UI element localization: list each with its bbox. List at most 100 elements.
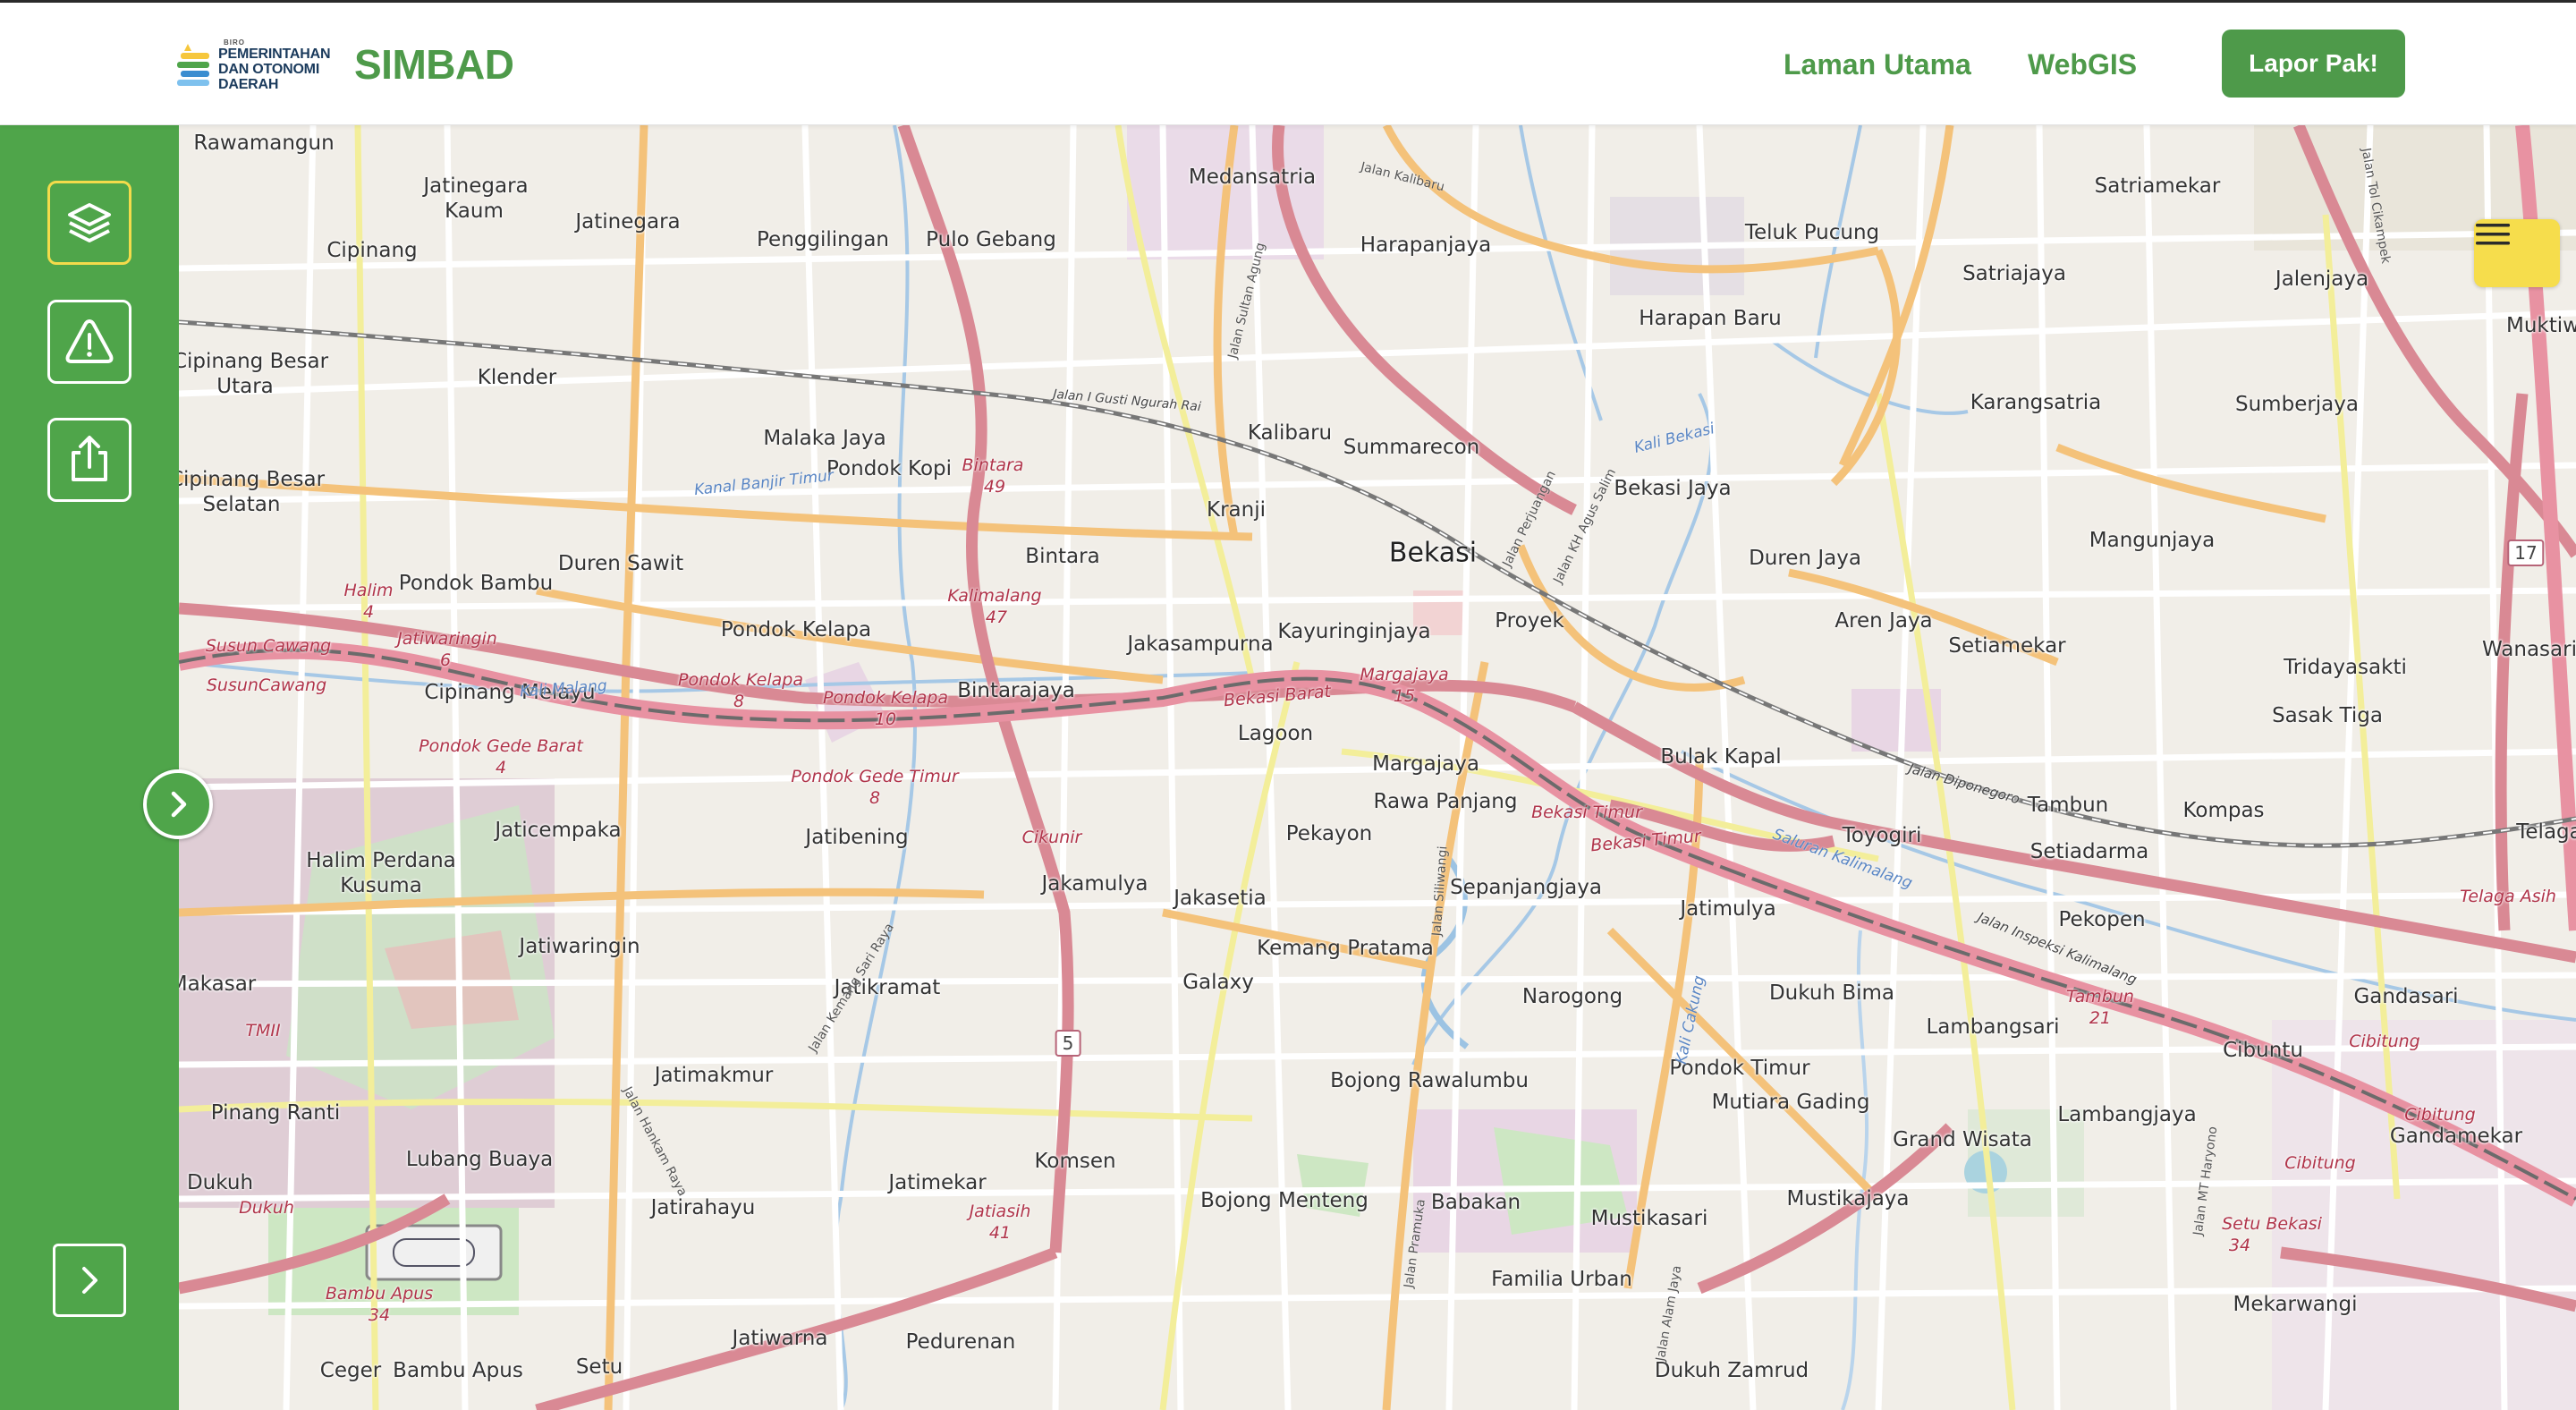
upload-button[interactable]	[47, 418, 131, 502]
place-babakan: Babakan	[1430, 1191, 1521, 1214]
place-pondok-bambu: Pondok Bambu	[398, 572, 554, 595]
place-teluk-pucung: Teluk Pucung	[1744, 221, 1880, 244]
road-label-kalimalang-1: Kalimalang	[947, 586, 1042, 606]
place-proyek: Proyek	[1495, 609, 1564, 633]
chevron-right-icon	[171, 791, 187, 818]
place-jatinegara-kaum-2: Kaum	[445, 200, 504, 223]
road-label-margajaya-1: Margajaya	[1360, 665, 1449, 684]
place-jatinegara: Jatinegara	[575, 210, 681, 234]
road-label-bintara-1: Bintara	[962, 455, 1024, 475]
place-bekasi-jaya: Bekasi Jaya	[1614, 477, 1732, 500]
place-wanasari: Wanasari	[2482, 638, 2576, 661]
road-label-tambun-1: Tambun	[2066, 987, 2134, 1007]
place-mangunjaya: Mangunjaya	[2089, 529, 2216, 552]
place-sasak-tiga: Sasak Tiga	[2272, 704, 2383, 727]
place-setu: Setu	[575, 1355, 623, 1379]
place-setiadarma: Setiadarma	[2029, 840, 2149, 863]
place-jakamulya: Jakamulya	[1041, 872, 1148, 896]
place-cipinang-besar-selatan-2: Selatan	[202, 493, 281, 516]
place-jatimulya: Jatimulya	[1680, 897, 1776, 921]
road-label-pondok-gede-timur-2: 8	[869, 788, 881, 808]
road-label-cikunir: Cikunir	[1021, 828, 1082, 847]
place-pondok-kopi: Pondok Kopi	[826, 457, 952, 480]
place-karangsatria: Karangsatria	[1970, 391, 2102, 414]
sidebar-expand-button[interactable]	[53, 1244, 126, 1317]
place-duren-jaya: Duren Jaya	[1749, 547, 1861, 570]
biro-logo[interactable]: BIRO PEMERINTAHAN DAN OTONOMI DAERAH	[175, 37, 336, 94]
place-dukuh-zamrud: Dukuh Zamrud	[1654, 1359, 1809, 1382]
place-kayuringinjaya: Kayuringinjaya	[1277, 620, 1431, 643]
report-button[interactable]: Lapor Pak!	[2222, 30, 2405, 98]
hamburger-icon	[2476, 224, 2510, 245]
road-label-jatiwaringin-2: 6	[439, 650, 452, 670]
place-jaticempaka: Jaticempaka	[495, 819, 622, 842]
place-harapanjaya: Harapanjaya	[1360, 234, 1492, 257]
place-pekayon: Pekayon	[1285, 822, 1373, 845]
logo-stripes-icon	[177, 44, 209, 86]
place-narogong: Narogong	[1521, 985, 1623, 1008]
place-mekarwangi: Mekarwangi	[2233, 1293, 2358, 1316]
place-bintara: Bintara	[1025, 545, 1100, 568]
road-label-cibitung-3: Cibitung	[2284, 1153, 2356, 1173]
road-label-susun-cawang: Susun Cawang	[205, 636, 332, 656]
place-medansatria: Medansatria	[1188, 166, 1317, 189]
place-malaka-jaya: Malaka Jaya	[763, 427, 886, 450]
place-toyogiri: Toyogiri	[1842, 824, 1922, 847]
place-jakasetia: Jakasetia	[1174, 887, 1267, 910]
webgis-map[interactable]: Rawamangun Jatinegara Kaum Jatinegara Ci…	[179, 125, 2576, 1410]
place-pekopen: Pekopen	[2058, 908, 2146, 931]
road-label-pondok-kelapa-8a: Pondok Kelapa	[678, 670, 803, 690]
place-cipinang-besar-utara-2: Utara	[216, 375, 274, 398]
road-label-setu-bekasi-2: 34	[2228, 1236, 2251, 1255]
top-navbar: BIRO PEMERINTAHAN DAN OTONOMI DAERAH SIM…	[0, 3, 2576, 125]
place-telaga: Telaga	[2516, 820, 2576, 844]
brand-title[interactable]: SIMBAD	[354, 40, 514, 89]
road-label-telaga-asih: Telaga Asih	[2460, 887, 2556, 906]
place-bojong-menteng: Bojong Menteng	[1200, 1189, 1368, 1212]
nav-link-webgis[interactable]: WebGIS	[2028, 48, 2137, 81]
place-kompas: Kompas	[2182, 799, 2265, 822]
place-kalibaru: Kalibaru	[1247, 421, 1333, 445]
place-rawa-panjang: Rawa Panjang	[1373, 790, 1518, 813]
place-bekasi-city: Bekasi	[1388, 537, 1478, 569]
place-tambun: Tambun	[2027, 794, 2109, 817]
disaster-report-button[interactable]	[47, 300, 131, 384]
place-aren-jaya: Aren Jaya	[1835, 609, 1933, 633]
place-gandamekar: Gandamekar	[2389, 1125, 2523, 1148]
road-label-susun-cawang-2: SusunCawang	[206, 675, 327, 695]
place-cibuntu: Cibuntu	[2223, 1039, 2303, 1062]
road-label-setu-bekasi-1: Setu Bekasi	[2222, 1214, 2322, 1234]
road-label-pondok-gede-barat-2: 4	[495, 758, 507, 777]
place-rawamangun: Rawamangun	[193, 132, 335, 155]
road-label-tambun-2: 21	[2089, 1008, 2112, 1028]
road-label-cibitung-1: Cibitung	[2349, 1032, 2420, 1051]
place-penggilingan: Penggilingan	[757, 228, 889, 251]
route-shield-17: 17	[2507, 539, 2545, 566]
road-label-cibitung-2: Cibitung	[2404, 1105, 2476, 1125]
place-bulak-kapal: Bulak Kapal	[1660, 745, 1782, 769]
road-label-pondok-kelapa-10b: 10	[874, 709, 897, 729]
map-menu-button[interactable]	[2474, 219, 2560, 287]
place-tridayasakti: Tridayasakti	[2284, 656, 2407, 679]
place-makasar: Makasar	[179, 973, 257, 996]
place-jatiwarna: Jatiwarna	[732, 1327, 828, 1350]
panel-toggle-button[interactable]	[143, 769, 213, 839]
place-satriamekar: Satriamekar	[2094, 174, 2221, 198]
road-label-bintara-2: 49	[983, 477, 1006, 497]
road-label-halim-1: Halim	[343, 581, 394, 600]
road-label-bekasi-timur-1: Bekasi Timur	[1531, 803, 1642, 822]
layers-button[interactable]	[47, 181, 131, 265]
place-ceger: Ceger	[319, 1359, 382, 1382]
logo-small-text: BIRO	[224, 38, 245, 47]
place-klender: Klender	[477, 366, 557, 389]
place-kranji: Kranji	[1207, 498, 1266, 522]
place-summarecon: Summarecon	[1343, 436, 1480, 459]
place-bojong-rawalumbu: Bojong Rawalumbu	[1330, 1069, 1529, 1092]
place-halim-1: Halim Perdana	[306, 849, 456, 872]
road-label-bambu-apus-1: Bambu Apus	[325, 1284, 434, 1304]
nav-link-home[interactable]: Laman Utama	[1784, 48, 1971, 81]
place-bambu-apus: Bambu Apus	[393, 1359, 523, 1382]
layers-icon	[68, 203, 111, 242]
left-toolbar	[0, 125, 179, 1410]
road-label-pondok-kelapa-10a: Pondok Kelapa	[823, 688, 948, 708]
